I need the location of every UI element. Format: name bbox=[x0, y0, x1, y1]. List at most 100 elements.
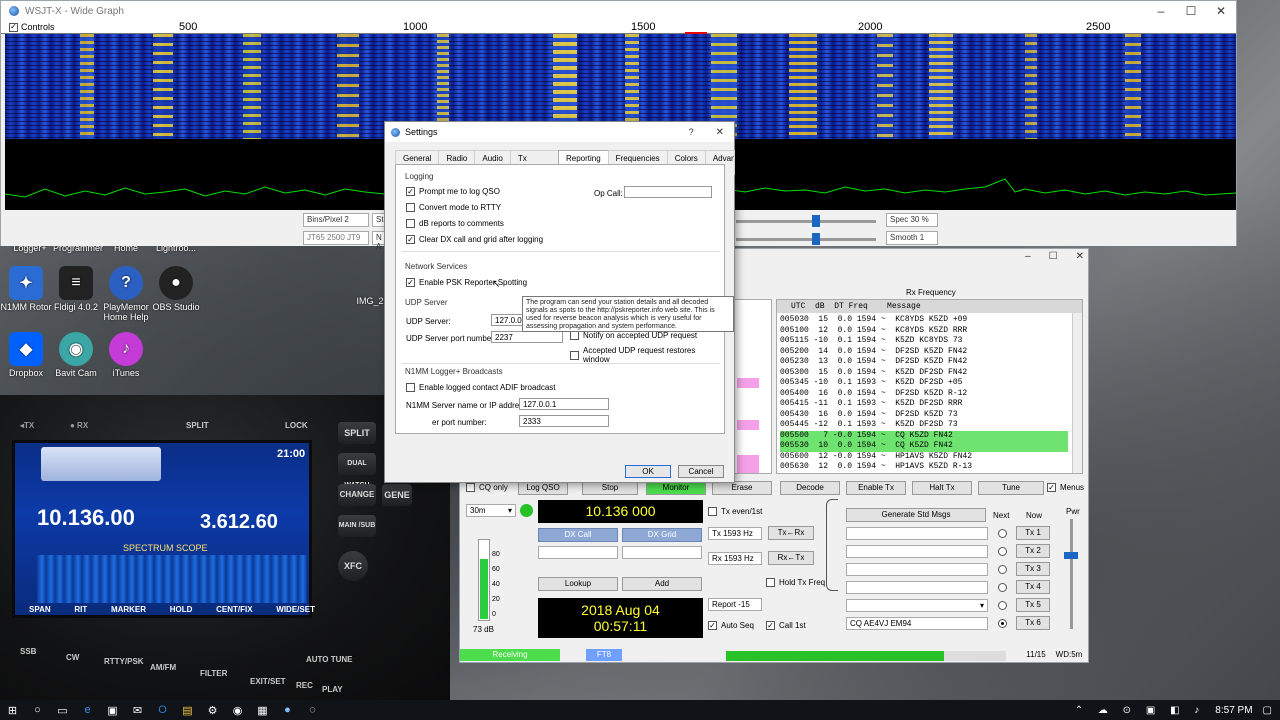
cancel-button[interactable]: Cancel bbox=[678, 465, 724, 478]
search-icon[interactable]: ○ bbox=[25, 704, 50, 716]
auto-seq-checkbox[interactable]: Auto Seq bbox=[708, 621, 754, 630]
tx3-next-radio[interactable] bbox=[998, 565, 1007, 574]
minimize-icon[interactable]: – bbox=[1146, 4, 1176, 18]
tx2-now-button[interactable]: Tx 2 bbox=[1016, 544, 1050, 558]
tx5-message-field[interactable]: ▾ bbox=[846, 599, 988, 612]
erase-button[interactable]: Erase bbox=[712, 481, 772, 495]
tx4-next-radio[interactable] bbox=[998, 583, 1007, 592]
op-call-input[interactable] bbox=[624, 186, 712, 198]
tx3-now-button[interactable]: Tx 3 bbox=[1016, 562, 1050, 576]
decode-line[interactable]: 005415 -11 0.1 1593 ~ K5ZD DF2SD RRR bbox=[780, 399, 1068, 410]
decode-line[interactable]: 005445 -12 0.1 1593 ~ K5ZD DF2SD 73 bbox=[780, 420, 1068, 431]
wsjtx-taskbar-icon[interactable]: ● bbox=[275, 704, 300, 716]
tx-frequency-spinbox[interactable]: Tx 1593 Hz bbox=[708, 527, 762, 540]
tx4-now-button[interactable]: Tx 4 bbox=[1016, 580, 1050, 594]
monitor-button[interactable]: Monitor bbox=[646, 481, 706, 495]
rx-frequency-spinbox[interactable]: Rx 1593 Hz bbox=[708, 552, 762, 565]
decode-line[interactable]: 005345 -10 0.1 1593 ~ K5ZD DF2SD +05 bbox=[780, 378, 1068, 389]
n1mm-server-input[interactable]: 127.0.0.1 bbox=[519, 398, 609, 410]
app-icon[interactable]: ◉ bbox=[225, 704, 250, 717]
menus-checkbox[interactable]: Menus bbox=[1047, 483, 1084, 492]
cq-only-checkbox[interactable]: CQ only bbox=[466, 483, 508, 492]
decode-line[interactable]: 005030 15 0.0 1594 ~ KC8YDS K5ZD +09 bbox=[780, 315, 1068, 326]
lookup-button[interactable]: Lookup bbox=[538, 577, 618, 591]
tx-even-checkbox[interactable]: Tx even/1st bbox=[708, 507, 762, 516]
tx5-next-radio[interactable] bbox=[998, 601, 1007, 610]
decode-line[interactable]: 005600 12 -0.0 1594 ~ HP1AVS K5ZD FN42 bbox=[780, 452, 1068, 463]
help-icon[interactable]: ? bbox=[689, 127, 694, 137]
bins-per-pixel-spinbox[interactable]: Bins/Pixel 2 bbox=[303, 213, 369, 227]
app-icon[interactable]: ◌ bbox=[300, 704, 325, 716]
store-icon[interactable]: ▣ bbox=[100, 704, 125, 717]
zero-slider-handle[interactable] bbox=[812, 233, 820, 245]
decode-line[interactable]: 005230 13 0.0 1594 ~ DF2SD K5ZD FN42 bbox=[780, 357, 1068, 368]
n1mm-port-spinbox[interactable]: 2333 bbox=[519, 415, 609, 427]
notify-udp-checkbox[interactable]: Notify on accepted UDP request bbox=[570, 331, 697, 340]
tx6-now-button[interactable]: Tx 6 bbox=[1016, 616, 1050, 630]
band-selector[interactable]: 30m ▾ bbox=[466, 504, 516, 517]
controls-checkbox[interactable]: Controls bbox=[9, 22, 55, 32]
enable-tx-button[interactable]: Enable Tx bbox=[846, 481, 906, 495]
edge-icon[interactable]: e bbox=[75, 704, 100, 716]
tx3-message-field[interactable] bbox=[846, 563, 988, 576]
zero-slider[interactable] bbox=[736, 238, 876, 241]
gain-slider[interactable] bbox=[736, 220, 876, 223]
decode-button[interactable]: Decode bbox=[780, 481, 840, 495]
decode-line[interactable]: 005300 15 0.0 1594 ~ K5ZD DF2SD FN42 bbox=[780, 368, 1068, 379]
rx-frequency-decodes[interactable]: UTC dB DT Freq Message 005030 15 0.0 159… bbox=[776, 299, 1083, 474]
decode-line[interactable]: 005200 14 0.0 1594 ~ DF2SD K5ZD FN42 bbox=[780, 347, 1068, 358]
notification-icon[interactable]: ▢ bbox=[1263, 705, 1272, 716]
call-1st-checkbox[interactable]: Call 1st bbox=[766, 621, 806, 630]
app-icon[interactable]: ▦ bbox=[250, 704, 275, 717]
rx-from-tx-button[interactable]: Rx←Tx bbox=[768, 551, 814, 565]
add-button[interactable]: Add bbox=[622, 577, 702, 591]
accepted-udp-checkbox[interactable]: Accepted UDP request restores window bbox=[570, 346, 724, 364]
outlook-icon[interactable]: O bbox=[150, 704, 175, 716]
report-spinbox[interactable]: Report -15 bbox=[708, 598, 762, 611]
tx6-message-field[interactable]: CQ AE4VJ EM94 bbox=[846, 617, 988, 630]
mail-icon[interactable]: ✉ bbox=[125, 704, 150, 717]
convert-rtty-checkbox[interactable]: Convert mode to RTTY bbox=[406, 203, 501, 212]
taskbar-clock[interactable]: 8:57 PM bbox=[1215, 705, 1252, 716]
enable-adif-checkbox[interactable]: Enable logged contact ADIF broadcast bbox=[406, 383, 556, 392]
desktop-icon-itunes[interactable]: ♪ iTunes bbox=[96, 332, 156, 378]
power-slider[interactable] bbox=[1070, 519, 1073, 629]
maximize-icon[interactable]: ☐ bbox=[1176, 4, 1206, 18]
desktop-icon-obs[interactable]: ● OBS Studio bbox=[146, 266, 206, 312]
decode-line[interactable]: 005115 -10 0.1 1594 ~ K5ZD KC8YDS 73 bbox=[780, 336, 1068, 347]
tune-button[interactable]: Tune bbox=[978, 481, 1044, 495]
decode-line[interactable]: 005100 12 0.0 1594 ~ KC8YDS K5ZD RRR bbox=[780, 326, 1068, 337]
minimize-icon[interactable]: – bbox=[1025, 251, 1031, 262]
decode-line[interactable]: 005530 10 0.0 1594 ~ CQ K5ZD FN42 bbox=[780, 441, 1068, 452]
tx1-message-field[interactable] bbox=[846, 527, 988, 540]
stop-button[interactable]: Stop bbox=[582, 481, 638, 495]
windows-start-icon[interactable]: ⊞ bbox=[0, 704, 25, 717]
task-view-icon[interactable]: ▭ bbox=[50, 704, 75, 717]
decode-line[interactable]: 005630 12 0.0 1594 ~ HP1AVS K5ZD R-13 bbox=[780, 462, 1068, 473]
dx-call-input[interactable] bbox=[538, 546, 618, 559]
close-icon[interactable]: ✕ bbox=[716, 127, 724, 138]
decode-line[interactable]: 005400 16 0.0 1594 ~ DF2SD K5ZD R-12 bbox=[780, 389, 1068, 400]
mode-selector[interactable]: JT65 2500 JT9 bbox=[303, 231, 369, 245]
hold-tx-freq-checkbox[interactable]: Hold Tx Freq bbox=[766, 578, 825, 587]
spec-percent-spinbox[interactable]: Spec 30 % bbox=[886, 213, 938, 227]
prompt-log-checkbox[interactable]: Prompt me to log QSO bbox=[406, 187, 500, 196]
tx5-now-button[interactable]: Tx 5 bbox=[1016, 598, 1050, 612]
maximize-icon[interactable]: ☐ bbox=[1049, 251, 1058, 262]
halt-tx-button[interactable]: Halt Tx bbox=[912, 481, 972, 495]
tx6-next-radio[interactable] bbox=[998, 619, 1007, 628]
tx2-next-radio[interactable] bbox=[998, 547, 1007, 556]
close-icon[interactable]: ✕ bbox=[1076, 251, 1084, 262]
tx-from-rx-button[interactable]: Tx←Rx bbox=[768, 526, 814, 540]
gain-slider-handle[interactable] bbox=[812, 215, 820, 227]
db-reports-checkbox[interactable]: dB reports to comments bbox=[406, 219, 504, 228]
settings-gear-icon[interactable]: ⚙ bbox=[200, 704, 225, 717]
tx1-next-radio[interactable] bbox=[998, 529, 1007, 538]
tx4-message-field[interactable] bbox=[846, 581, 988, 594]
dx-grid-button[interactable]: DX Grid bbox=[622, 528, 702, 542]
decode-line[interactable]: 005500 7 -0.0 1594 ~ CQ K5ZD FN42 bbox=[780, 430, 1068, 441]
generate-std-msgs-button[interactable]: Generate Std Msgs bbox=[846, 508, 986, 522]
psk-reporter-checkbox[interactable]: Enable PSK Reporter Spotting bbox=[406, 278, 527, 287]
power-slider-handle[interactable] bbox=[1064, 552, 1078, 559]
close-icon[interactable]: ✕ bbox=[1206, 4, 1236, 18]
